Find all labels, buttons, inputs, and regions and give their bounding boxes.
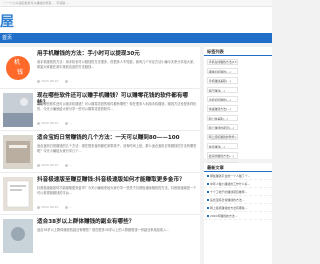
site-header: 屋 bbox=[0, 7, 272, 33]
post-date: 2020-08-10 bbox=[41, 205, 59, 209]
post-excerpt: 抖音极速版如何才能赚取更多金币？今天小编就来给大家分享一些关于抖音极速版赚钱的方… bbox=[37, 186, 197, 195]
post-date: 2020-08-10 bbox=[41, 121, 59, 125]
tag-link[interactable]: 客厅赚钱(...) bbox=[206, 86, 238, 93]
bullet-icon bbox=[207, 215, 209, 217]
post-item: 机 钱 用手机赚钱的方法：手小时可以提现30元 用手机赚钱的方法：用手机也可以赚… bbox=[0, 47, 200, 89]
site-logo[interactable]: 屋 bbox=[0, 11, 15, 31]
post-excerpt: 适合宝妈日常赚钱的几个方法：现在很多宝妈都在家带孩子，没有时间上班，那么适合宝妈… bbox=[37, 144, 197, 153]
bullet-icon bbox=[207, 199, 209, 201]
post-thumbnail[interactable]: 机 钱 bbox=[3, 51, 33, 85]
thumb-graphic-photo bbox=[3, 93, 33, 127]
tag-link[interactable]: 手机在线赚钱方法(13) bbox=[206, 58, 238, 65]
post-item: 抖音极速版至赚豆赚钱:抖音极速版如何才能赚取更多金币？ 抖音极速版如何才能赚取更… bbox=[0, 173, 200, 215]
post-meta: 2020-08-10 ... bbox=[37, 205, 78, 209]
tag-link[interactable]: 趣赚手机赚钱(...) bbox=[206, 67, 238, 75]
post-views: ... bbox=[69, 79, 73, 83]
sidebar-tags: 标签列表 手机在线赚钱方法(13) 趣赚手机赚钱(...) 手机赚钱兼职(...)… bbox=[204, 47, 272, 206]
post-list: 机 钱 用手机赚钱的方法：手小时可以提现30元 用手机赚钱的方法：用手机也可以赚… bbox=[0, 47, 200, 264]
post-date: 2020-08-10 bbox=[41, 163, 59, 167]
tag-link[interactable]: 快速赚钱方法(...) bbox=[206, 105, 238, 112]
post-meta: 2020-08-10 ... bbox=[37, 79, 78, 83]
post-views: ... bbox=[69, 121, 73, 125]
calendar-icon bbox=[37, 121, 40, 125]
tag-link[interactable]: 手机赚钱兼职(...) bbox=[206, 77, 238, 84]
post-title[interactable]: 用手机赚钱的方法：手小时可以提现30元 bbox=[37, 51, 195, 58]
tag-link[interactable]: 网上赚钱的项目(...) bbox=[206, 124, 238, 131]
eye-icon bbox=[65, 79, 69, 83]
thumb-graphic-photo bbox=[3, 135, 33, 169]
post-meta: 2020-08-10 ... bbox=[37, 163, 78, 167]
post-views: ... bbox=[69, 163, 73, 167]
sidebar-heading: 最新文章 bbox=[204, 163, 272, 172]
bullet-icon bbox=[207, 183, 209, 185]
post-excerpt: 用手机赚钱的方法：用手机也可以赚钱的方法很多，但很多人不知道，我有几个可靠方法小… bbox=[37, 60, 197, 69]
top-notice: * 一个小众适配最新可以赚钱的项目 ... 可领取 ... bbox=[4, 1, 70, 5]
sidebar-list-item[interactable]: 适合宝妈日常赚钱的方法... bbox=[204, 196, 272, 204]
tag-link[interactable]: 快手赚钱(...) bbox=[206, 142, 238, 150]
post-thumbnail[interactable] bbox=[3, 219, 33, 253]
post-item: 适合38岁以上群体赚钱的副业有哪些？ 适合38岁以上群体赚钱的副业有哪些？现在很… bbox=[0, 215, 200, 264]
post-excerpt: 适合38岁以上群体赚钱的副业有哪些？现在很多38岁以上的人群都想找一份副业来增加… bbox=[37, 228, 170, 232]
tag-link[interactable]: 最好的赚钱方法(...) bbox=[206, 152, 238, 159]
post-date: 2020-08-10 bbox=[41, 79, 59, 83]
top-bar: * 一个小众适配最新可以赚钱的项目 ... 可领取 ... bbox=[0, 0, 272, 7]
calendar-icon bbox=[37, 79, 40, 83]
thumb-text-2: 钱 bbox=[17, 68, 23, 76]
post-excerpt: 现在哪些软件还可以赚手机赚钱？可以赚零花钱的软件都有哪些？现在很多人利用手机赚钱… bbox=[37, 102, 197, 111]
post-thumbnail[interactable] bbox=[3, 135, 33, 169]
sidebar-list-item[interactable]: 网上挂机赚钱的方法有哪些... bbox=[204, 204, 272, 212]
sidebar-list-item[interactable]: 2020年赚钱的方法... bbox=[204, 212, 272, 220]
post-title[interactable]: 适合宝妈日常赚钱的几个方法：一天可以赚到80——100 bbox=[37, 135, 195, 142]
calendar-icon bbox=[37, 205, 40, 209]
calendar-icon bbox=[37, 163, 40, 167]
post-thumbnail[interactable] bbox=[3, 177, 33, 211]
sidebar-latest: 最新文章 哪些赚钱平台的一个人赚了个... 中年人做小赚钱的工作什么好... 十… bbox=[204, 163, 272, 264]
bullet-icon bbox=[207, 191, 209, 193]
thumb-graphic-money-phone: 机 钱 bbox=[3, 51, 33, 85]
eye-icon bbox=[65, 205, 69, 209]
sidebar-list-item[interactable]: 哪些赚钱平台的一个人赚了个... bbox=[204, 172, 272, 180]
post-title[interactable]: 抖音极速版至赚豆赚钱:抖音极速版如何才能赚取更多金币？ bbox=[37, 177, 195, 184]
nav-home[interactable]: 首页 bbox=[2, 34, 12, 41]
post-item: 适合宝妈日常赚钱的几个方法：一天可以赚到80——100 适合宝妈日常赚钱的几个方… bbox=[0, 131, 200, 173]
tag-link[interactable]: 手机如何赚钱(...) bbox=[206, 96, 238, 103]
tag-link[interactable]: 网上做兼职(...) bbox=[206, 114, 238, 122]
post-thumbnail[interactable] bbox=[3, 93, 33, 127]
post-item: 现在哪些软件还可以赚手机赚钱？可以赚零花钱的软件都有哪些？ 现在哪些软件还可以赚… bbox=[0, 89, 200, 131]
main-nav: 首页 bbox=[0, 33, 272, 43]
post-meta: 2020-08-10 ... bbox=[37, 121, 78, 125]
sidebar-list-item[interactable]: 十个工地干的赚钱项目推荐... bbox=[204, 188, 272, 196]
eye-icon bbox=[65, 121, 69, 125]
post-views: ... bbox=[69, 205, 73, 209]
sidebar-heading: 标签列表 bbox=[204, 47, 272, 56]
sidebar-list-item[interactable]: 中年人做小赚钱的工作什么好... bbox=[204, 180, 272, 188]
tag-link[interactable]: 网上挂机赚钱的软件(...) bbox=[206, 133, 238, 140]
eye-icon bbox=[65, 163, 69, 167]
thumb-graphic-photo bbox=[3, 177, 33, 211]
bullet-icon bbox=[207, 207, 209, 209]
thumb-text-1: 机 bbox=[14, 58, 20, 66]
bullet-icon bbox=[207, 175, 209, 177]
post-title[interactable]: 适合38岁以上群体赚钱的副业有哪些？ bbox=[37, 219, 195, 226]
thumb-graphic-photo bbox=[3, 219, 33, 253]
